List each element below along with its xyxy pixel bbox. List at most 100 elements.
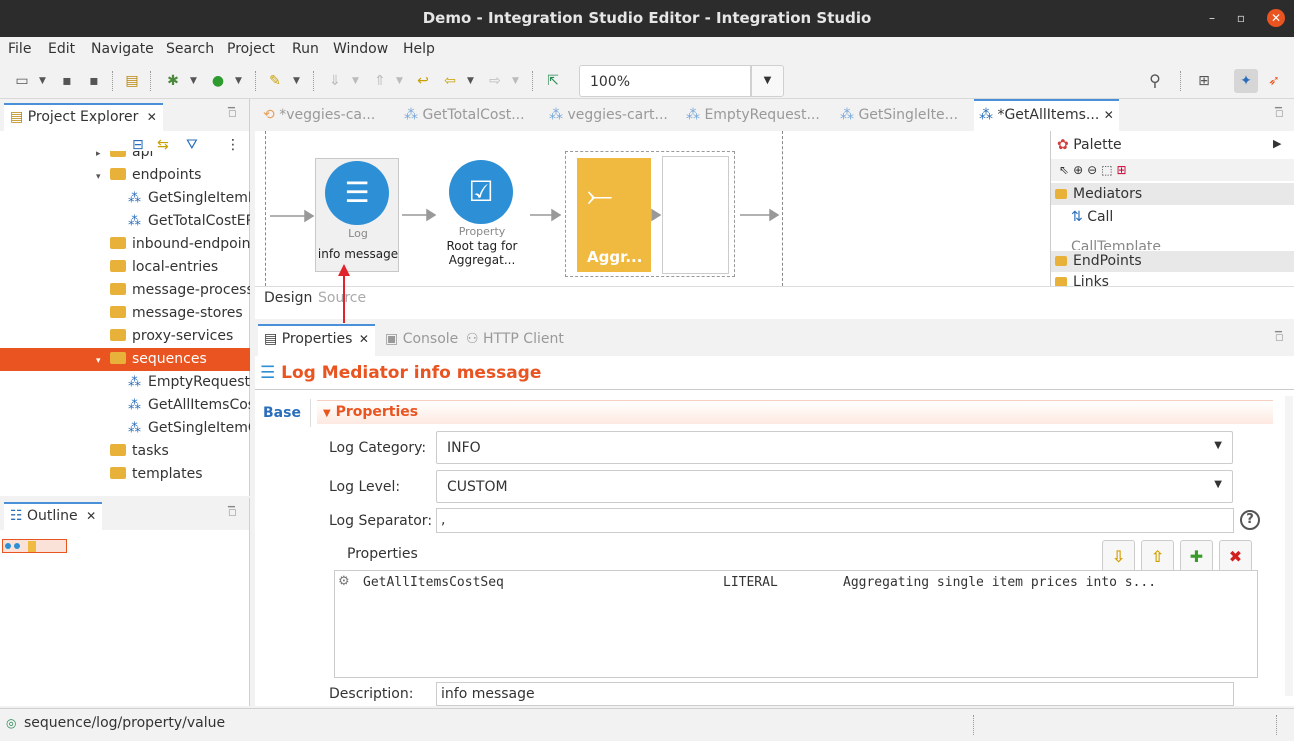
tree-item[interactable]: ⁂ GetAllItemsCostSeq	[0, 394, 250, 417]
tree-item[interactable]: tasks	[0, 440, 250, 463]
wand-dropdown-icon[interactable]: ▼	[293, 71, 300, 91]
expand-arrow-icon[interactable]: ▸	[96, 151, 110, 164]
tree-item[interactable]: inbound-endpoints	[0, 233, 250, 256]
properties-scrollbar[interactable]	[1285, 396, 1293, 696]
select-tool-icon[interactable]: ⇖	[1059, 163, 1073, 177]
run-icon[interactable]: ●	[208, 71, 228, 91]
tab-properties[interactable]: ▤ Properties ✕	[258, 324, 375, 356]
minmax-icon[interactable]: ▁ ▢	[228, 498, 249, 518]
tab-veggies-cart-api[interactable]: ⟲ *veggies-ca...	[263, 99, 375, 131]
tree-item[interactable]: message-stores	[0, 302, 250, 325]
palette-section-endpoints[interactable]: EndPoints	[1051, 251, 1294, 272]
design-canvas[interactable]: ☰ Log info message ☑ Property Root tag f…	[255, 131, 1050, 286]
tree-item[interactable]: ▸ api	[0, 151, 250, 164]
tree-item[interactable]: ⁂ GetSingleItemCostSeq	[0, 417, 250, 440]
log-level-select[interactable]: CUSTOM ▼	[436, 470, 1233, 503]
tree-item[interactable]: ⁂ GetSingleItemEP	[0, 187, 250, 210]
properties-table[interactable]: ⚙ GetAllItemsCostSeq LITERAL Aggregating…	[334, 570, 1258, 678]
last-edit-icon[interactable]: ↩	[413, 71, 433, 91]
search-icon[interactable]: ⚲	[1145, 71, 1165, 91]
close-tab-icon[interactable]: ✕	[1104, 108, 1114, 122]
palette-section-links[interactable]: Links	[1051, 274, 1294, 286]
menu-help[interactable]: Help	[403, 41, 435, 57]
marquee-icon[interactable]: ⬚	[1101, 163, 1116, 177]
properties-section-header[interactable]: ▼ Properties	[317, 400, 1273, 424]
menu-file[interactable]: File	[8, 41, 31, 57]
save-all-icon[interactable]: ▪	[84, 71, 104, 91]
tab-base[interactable]: Base	[255, 399, 311, 427]
minimize-button[interactable]: –	[1203, 9, 1221, 27]
tab-http-client[interactable]: ⚇ HTTP Client	[466, 331, 564, 347]
zoom-input[interactable]: 100%	[579, 65, 751, 97]
menu-navigate[interactable]: Navigate	[91, 41, 154, 57]
minmax-icon[interactable]: ▁ ▢	[1275, 323, 1294, 343]
next-annotation-icon[interactable]: ⇓	[325, 71, 345, 91]
tree-item[interactable]: templates	[0, 463, 250, 486]
tree-item[interactable]: ▾ sequences	[0, 348, 250, 371]
expand-arrow-icon[interactable]: ▾	[96, 166, 110, 187]
wand-icon[interactable]: ✎	[265, 71, 285, 91]
menu-search[interactable]: Search	[166, 41, 214, 57]
minmax-icon[interactable]: ▁ ▢	[1275, 99, 1294, 119]
menu-project[interactable]: Project	[227, 41, 275, 57]
zoom-dropdown-icon[interactable]: ▼	[751, 65, 784, 97]
description-input[interactable]: info message	[436, 682, 1234, 706]
connection-icon[interactable]: ⊞	[1117, 163, 1131, 177]
rocket-icon[interactable]: ➶	[1264, 71, 1284, 91]
log-category-select[interactable]: INFO ▼	[436, 431, 1233, 464]
menu-edit[interactable]: Edit	[48, 41, 75, 57]
back-dropdown-icon[interactable]: ▼	[467, 71, 474, 91]
outline-thumbnail[interactable]	[2, 539, 67, 553]
tree-item[interactable]: local-entries	[0, 256, 250, 279]
forward-dropdown-icon[interactable]: ▼	[512, 71, 519, 91]
add-property-button[interactable]: ✚	[1180, 540, 1213, 573]
forward-icon[interactable]: ⇨	[485, 71, 505, 91]
remove-property-button[interactable]: ✖	[1219, 540, 1252, 573]
log-mediator-node[interactable]: ☰ Log info message	[315, 158, 399, 272]
help-icon[interactable]: ?	[1240, 510, 1260, 530]
close-view-icon[interactable]: ✕	[359, 332, 369, 346]
new-dropdown-icon[interactable]: ▼	[39, 71, 46, 91]
save-icon[interactable]: ▪	[57, 71, 77, 91]
package-icon[interactable]: ▤	[122, 71, 142, 91]
open-window-icon[interactable]: ⇱	[543, 71, 563, 91]
table-row[interactable]: ⚙ GetAllItemsCostSeq LITERAL Aggregating…	[335, 573, 1257, 593]
close-view-icon[interactable]: ✕	[147, 110, 157, 124]
tab-empty-request[interactable]: ⁂ EmptyRequest...	[686, 99, 820, 131]
tree-item[interactable]: ▾ endpoints	[0, 164, 250, 187]
maximize-button[interactable]: ▫	[1232, 9, 1250, 27]
palette-item-call[interactable]: ⇅ Call	[1071, 209, 1113, 225]
palette-collapse-icon[interactable]: ▶	[1273, 137, 1281, 150]
tab-get-single-item[interactable]: ⁂ GetSingleIte...	[840, 99, 958, 131]
tab-console[interactable]: ▣ Console	[385, 331, 458, 347]
tab-get-all-items[interactable]: ⁂ *GetAllItems... ✕	[974, 99, 1119, 131]
menu-window[interactable]: Window	[333, 41, 388, 57]
run-dropdown-icon[interactable]: ▼	[235, 71, 242, 91]
tab-veggies-cart[interactable]: ⁂ veggies-cart...	[549, 99, 668, 131]
minmax-icon[interactable]: ▁ ▢	[228, 99, 249, 119]
menu-run[interactable]: Run	[292, 41, 319, 57]
aggregate-mediator-node[interactable]: ⤚ Aggr...	[565, 151, 735, 277]
tree-item[interactable]: ⁂ GetTotalCostEP	[0, 210, 250, 233]
tab-outline[interactable]: ☷ Outline ✕	[4, 502, 103, 530]
new-icon[interactable]: ▭	[12, 71, 32, 91]
next-annotation-dropdown-icon[interactable]: ▼	[352, 71, 359, 91]
close-view-icon[interactable]: ✕	[86, 509, 96, 523]
palette-section-mediators[interactable]: Mediators	[1051, 183, 1294, 205]
tab-get-total-cost[interactable]: ⁂ GetTotalCost...	[404, 99, 525, 131]
tab-project-explorer[interactable]: ▤ Project Explorer ✕	[4, 103, 163, 131]
open-perspective-icon[interactable]: ⊞	[1194, 71, 1214, 91]
tab-design[interactable]: Design	[264, 290, 312, 306]
tree-item[interactable]: ⁂ EmptyRequestSeq	[0, 371, 250, 394]
aggregate-onComplete-area[interactable]	[662, 156, 729, 274]
debug-dropdown-icon[interactable]: ▼	[190, 71, 197, 91]
debug-icon[interactable]: ✱	[163, 71, 183, 91]
prev-annotation-icon[interactable]: ⇑	[370, 71, 390, 91]
palette-item-call-template[interactable]: CallTemplate	[1071, 239, 1161, 250]
move-down-button[interactable]: ⇩	[1102, 540, 1135, 573]
tree-item[interactable]: message-processors	[0, 279, 250, 302]
move-up-button[interactable]: ⇧	[1141, 540, 1174, 573]
zoom-out-icon[interactable]: ⊖	[1087, 163, 1101, 177]
tree-item[interactable]: proxy-services	[0, 325, 250, 348]
close-button[interactable]: ✕	[1267, 9, 1285, 27]
